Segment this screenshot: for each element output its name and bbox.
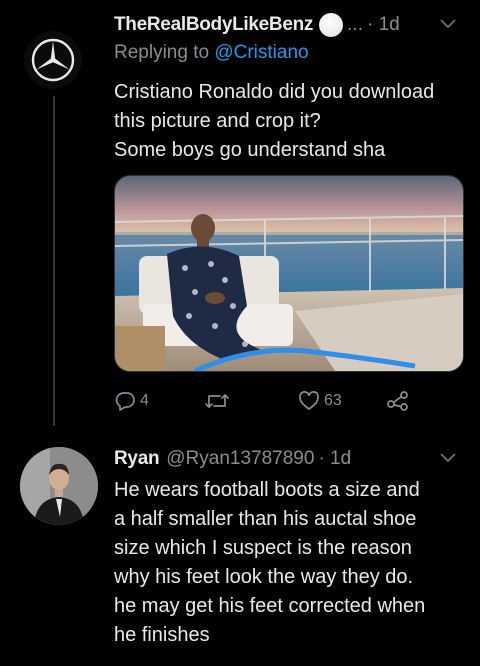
- tweet2-text-line: he may get his feet corrected when: [114, 595, 426, 617]
- tweet2-text: He wears football boots a size and a hal…: [114, 476, 470, 650]
- tweet1-text-line: Some boys go understand sha: [114, 139, 386, 161]
- retweet-icon: [204, 390, 230, 412]
- reply-button[interactable]: 4: [114, 386, 149, 416]
- heart-icon: [298, 390, 320, 412]
- tweet1-text-line: Cristiano Ronaldo did you download: [114, 81, 435, 103]
- reply-count: 4: [140, 392, 149, 409]
- tweet1-action-bar: 4 63: [114, 386, 454, 416]
- white-circle-emoji-icon: [319, 13, 344, 37]
- retweet-button[interactable]: [204, 386, 234, 416]
- yacht-photo-image: [115, 176, 463, 371]
- reply-icon: [114, 390, 136, 412]
- tweet2-text-line: he finishes: [114, 624, 210, 646]
- tweet1-menu-chevron-down-icon[interactable]: [440, 16, 456, 34]
- replying-to-line: Replying to @Cristiano: [114, 42, 309, 64]
- ryan-profile-photo: [20, 447, 98, 525]
- tweet1-display-name[interactable]: TheRealBodyLikeBenz: [114, 14, 313, 36]
- tweet1-name-suffix: ...: [347, 14, 363, 35]
- mercedes-avatar[interactable]: [24, 31, 82, 89]
- tweet2-text-line: why his feet look the way they do.: [114, 566, 414, 588]
- tweet2-text-line: a half smaller than his auctal shoe: [114, 508, 417, 530]
- tweet2-header: Ryan @Ryan13787890 · 1d: [114, 444, 470, 474]
- tweet2-text-line: He wears football boots a size and: [114, 479, 420, 501]
- tweet1-text: Cristiano Ronaldo did you download this …: [114, 78, 470, 165]
- replying-to-mention-link[interactable]: @Cristiano: [214, 42, 308, 63]
- tweet1-timestamp[interactable]: · 1d: [367, 14, 400, 36]
- tweet1-header: TheRealBodyLikeBenz ... · 1d: [114, 10, 470, 40]
- tweet2-menu-chevron-down-icon[interactable]: [440, 450, 456, 468]
- tweet2-timestamp[interactable]: · 1d: [318, 448, 351, 470]
- tweet2-handle[interactable]: @Ryan13787890: [166, 448, 314, 470]
- like-count: 63: [324, 392, 342, 409]
- tweet1-text-line: this picture and crop it?: [114, 110, 321, 132]
- mercedes-logo-icon: [31, 38, 75, 82]
- thread-connector-line: [53, 96, 55, 426]
- timeline: TheRealBodyLikeBenz ... · 1d Replying to…: [0, 0, 480, 666]
- tweet2-display-name[interactable]: Ryan: [114, 448, 160, 470]
- tweet1-photo[interactable]: [114, 175, 464, 372]
- share-button[interactable]: [386, 386, 410, 416]
- ryan-avatar[interactable]: [20, 447, 98, 525]
- replying-to-prefix: Replying to: [114, 42, 215, 63]
- share-icon: [386, 390, 410, 412]
- like-button[interactable]: 63: [298, 386, 342, 416]
- tweet2-text-line: size which I suspect is the reason: [114, 537, 412, 559]
